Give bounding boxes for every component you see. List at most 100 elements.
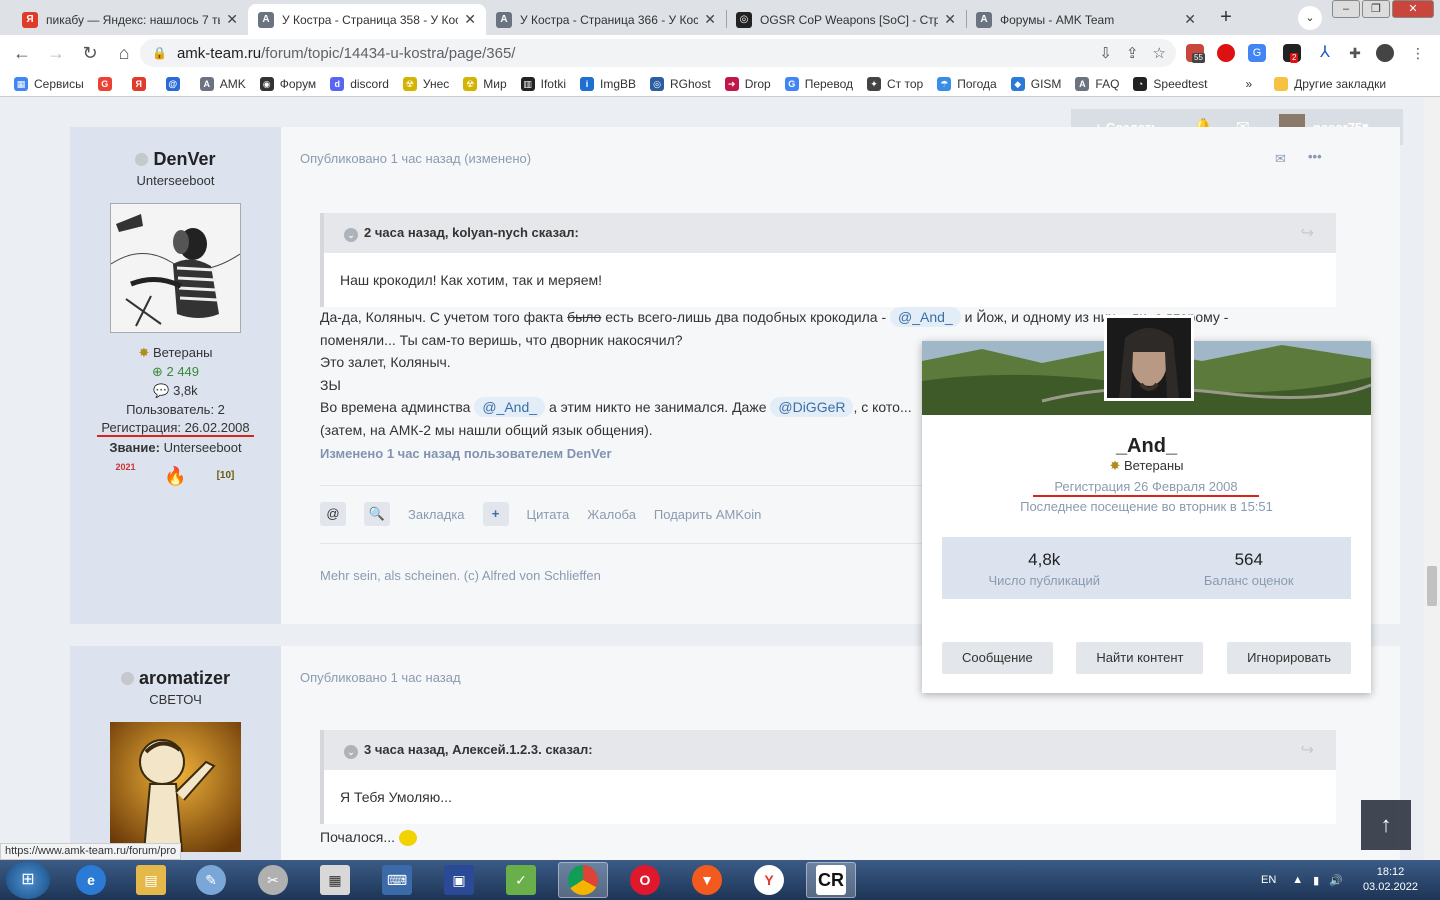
menu-dots-icon[interactable]: ⋮ xyxy=(1409,44,1427,62)
bookmark-speedtest[interactable]: ◔ Speedtest xyxy=(1133,76,1207,91)
bookmark-weather[interactable]: ☂ Погода xyxy=(937,76,997,91)
language-indicator[interactable]: EN xyxy=(1261,874,1276,886)
tab-ogsr[interactable]: ◎ OGSR CoP Weapons [SoC] - Страни ✕ xyxy=(726,4,966,35)
scroll-to-top-button[interactable]: ↑ xyxy=(1361,800,1411,850)
brave-icon[interactable]: ▼ xyxy=(682,862,732,898)
bookmark-mail[interactable]: @ xyxy=(165,76,186,91)
bookmark-imgbb[interactable]: i ImgBB xyxy=(579,76,636,91)
report-link[interactable]: Жалоба xyxy=(587,507,636,522)
close-tab-icon[interactable]: ✕ xyxy=(226,11,238,28)
extension-icon[interactable]: 2 xyxy=(1283,44,1301,63)
notepad-icon[interactable]: ✓ xyxy=(496,862,546,898)
mention-link[interactable]: @_And_ xyxy=(890,307,961,327)
bookmarks-more[interactable]: » xyxy=(1245,77,1252,91)
mention-button[interactable]: @ xyxy=(320,502,346,526)
tab-u-kostra-366[interactable]: A У Костра - Страница 366 - У Костра ✕ xyxy=(486,4,726,35)
tray-arrow-icon[interactable]: ▲ xyxy=(1292,874,1303,886)
explorer-icon[interactable]: ▤ xyxy=(126,862,176,898)
bookmark-translate[interactable]: G Перевод xyxy=(784,76,853,91)
cr-icon[interactable]: CR xyxy=(806,862,856,898)
ignore-button[interactable]: Игнорировать xyxy=(1227,642,1351,674)
network-icon[interactable]: ▮ xyxy=(1313,874,1319,887)
install-icon[interactable]: ⇩ xyxy=(1099,44,1112,62)
quote-link[interactable]: Цитата xyxy=(527,507,570,522)
page-scrollbar[interactable] xyxy=(1424,97,1440,860)
chrome-icon[interactable] xyxy=(558,862,608,898)
close-tab-icon[interactable]: ✕ xyxy=(944,11,956,28)
quote-share-icon[interactable]: ↪ xyxy=(1301,223,1314,243)
yandex-browser-icon[interactable]: Y xyxy=(744,862,794,898)
mention-link[interactable]: @DiGGeR xyxy=(770,397,854,417)
tools-icon[interactable]: ✂ xyxy=(248,862,298,898)
opera-icon[interactable]: O xyxy=(620,862,670,898)
collapse-chevron-icon[interactable]: ⌄ xyxy=(344,228,358,242)
share-icon[interactable]: ⇪ xyxy=(1126,44,1139,62)
vpn-extension-icon[interactable]: ⅄ xyxy=(1316,44,1334,62)
bookmark-link[interactable]: Закладка xyxy=(408,507,465,522)
author-avatar[interactable] xyxy=(110,203,241,333)
post-timestamp[interactable]: Опубликовано 1 час назад (изменено) xyxy=(300,151,531,166)
extension-icon[interactable]: 55 xyxy=(1186,44,1205,63)
bookmark-drop[interactable]: ➜ Drop xyxy=(724,76,771,91)
minimize-icon[interactable]: – xyxy=(1332,0,1360,18)
ie-icon[interactable]: e xyxy=(66,862,116,898)
close-tab-icon[interactable]: ✕ xyxy=(704,11,716,28)
more-options-icon[interactable]: ••• xyxy=(1308,149,1322,164)
close-window-icon[interactable]: ✕ xyxy=(1392,0,1434,18)
bookmark-faq[interactable]: A FAQ xyxy=(1075,76,1119,91)
collapse-chevron-icon[interactable]: ⌄ xyxy=(344,745,358,759)
envelope-icon[interactable]: ✉ xyxy=(1275,151,1286,167)
hovercard-name[interactable]: _And_ xyxy=(922,435,1371,458)
profile-avatar-icon[interactable] xyxy=(1376,44,1394,62)
other-bookmarks[interactable]: Другие закладки xyxy=(1274,76,1386,91)
forward-icon[interactable]: → xyxy=(40,37,72,69)
floppy-icon[interactable]: ▣ xyxy=(434,862,484,898)
gift-amkoin-link[interactable]: Подарить AMKoin xyxy=(654,507,761,522)
home-icon[interactable]: ⌂ xyxy=(108,37,140,69)
tab-search-icon[interactable]: ⌄ xyxy=(1298,6,1322,30)
paint-icon[interactable]: ✎ xyxy=(186,862,236,898)
address-bar[interactable]: 🔒 amk-team.ru/forum/topic/14434-u-kostra… xyxy=(140,39,1176,67)
translate-extension-icon[interactable]: G xyxy=(1248,44,1266,62)
author-name[interactable]: DenVer xyxy=(70,149,281,170)
bookmark-amk[interactable]: A AMK xyxy=(199,76,246,91)
find-content-button[interactable]: Найти контент xyxy=(1076,642,1204,674)
keyboard-icon[interactable]: ⌨ xyxy=(372,862,422,898)
maximize-icon[interactable]: ❐ xyxy=(1362,0,1390,18)
back-icon[interactable]: ← xyxy=(6,37,38,69)
start-button[interactable]: ⊞ xyxy=(6,861,50,899)
clock[interactable]: 18:12 03.02.2022 xyxy=(1363,865,1418,895)
bookmark-services[interactable]: ▦ Сервисы xyxy=(14,76,84,91)
bookmark-ifotki[interactable]: ▥ Ifotki xyxy=(520,76,566,91)
tab-forums-amk[interactable]: A Форумы - AMK Team ✕ xyxy=(966,4,1206,35)
bookmark-mir[interactable]: ☢ Мир xyxy=(463,76,507,91)
record-extension-icon[interactable] xyxy=(1217,44,1235,62)
post-timestamp[interactable]: Опубликовано 1 час назад xyxy=(300,670,461,685)
hovercard-avatar[interactable] xyxy=(1104,315,1194,401)
bookmark-gism[interactable]: ◆ GISM xyxy=(1010,76,1061,91)
close-tab-icon[interactable]: ✕ xyxy=(1184,11,1196,28)
new-tab-button[interactable]: + xyxy=(1212,5,1240,31)
extensions-puzzle-icon[interactable]: ✚ xyxy=(1346,44,1364,62)
bookmark-google[interactable]: G xyxy=(97,76,118,91)
tab-u-kostra-358[interactable]: A У Костра - Страница 358 - У Костра ✕ xyxy=(248,4,486,35)
mention-link[interactable]: @_And_ xyxy=(474,397,546,417)
close-tab-icon[interactable]: ✕ xyxy=(464,11,476,28)
bookmark-discord[interactable]: d discord xyxy=(330,76,389,91)
volume-icon[interactable]: 🔊 xyxy=(1329,874,1343,887)
multiquote-button[interactable]: + xyxy=(482,502,509,526)
bookmark-star-icon[interactable]: ☆ xyxy=(1153,44,1166,62)
bookmark-yandex[interactable]: Я xyxy=(131,76,152,91)
quote-share-icon[interactable]: ↪ xyxy=(1301,740,1314,760)
reload-icon[interactable]: ↻ xyxy=(74,37,106,69)
bookmark-unes[interactable]: ☢ Унес xyxy=(402,76,449,91)
scrollbar-thumb[interactable] xyxy=(1427,566,1437,606)
bookmark-forum[interactable]: ◉ Форум xyxy=(259,76,316,91)
calculator-icon[interactable]: ▦ xyxy=(310,862,360,898)
author-avatar[interactable] xyxy=(110,722,241,853)
bookmark-tor[interactable]: ✦ Ст тор xyxy=(867,76,923,91)
message-button[interactable]: Сообщение xyxy=(942,642,1053,674)
bookmark-rghost[interactable]: ◎ RGhost xyxy=(650,76,711,91)
search-icon[interactable]: 🔍 xyxy=(364,502,390,526)
author-name[interactable]: aromatizer xyxy=(70,668,281,689)
